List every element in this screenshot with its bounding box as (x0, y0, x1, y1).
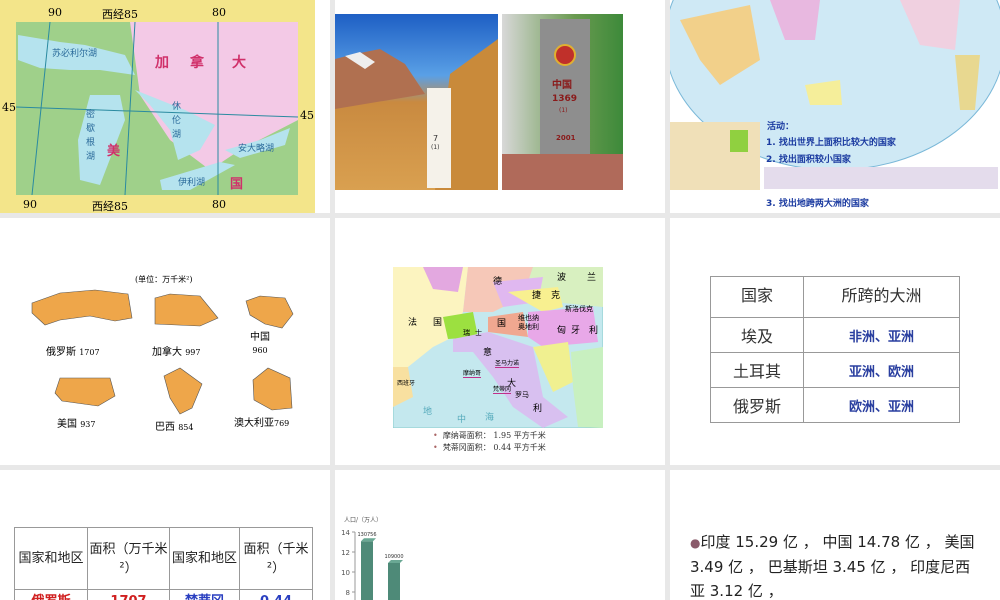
marker-number: 1369 (552, 94, 578, 104)
task-1: 1. 找出世界上面积比较大的国家 (766, 138, 896, 148)
bar (388, 563, 400, 600)
country-china: 中国 960 (250, 332, 270, 355)
slide-thumbnail-4[interactable]: (单位：万千米²) 俄罗斯 1707 加拿大 997 中国 960 美国 937 … (0, 218, 330, 465)
lake-label-huron: 休伦湖 (172, 102, 182, 140)
russia-shape (31, 289, 133, 326)
country-russia: 俄罗斯 1707 (46, 347, 100, 358)
great-lakes-map (0, 0, 315, 213)
activity-title: 活动： (767, 122, 795, 132)
slide-thumbnail-7[interactable]: 国家和地区面积（万千米²）国家和地区面积（千米²） 俄罗斯1707梵蒂冈0.44 (0, 470, 330, 600)
task-3: 3. 找出地跨两大洲的国家 (766, 199, 869, 209)
area-table: 国家和地区面积（万千米²）国家和地区面积（千米²） 俄罗斯1707梵蒂冈0.44 (14, 527, 313, 600)
bullet-icon: • (433, 431, 438, 440)
slide-thumbnail-8[interactable]: 人口/（万人） 14 12 10 8 130756 109000 (335, 470, 665, 600)
bar-top (361, 538, 376, 542)
country-brazil: 巴西 854 (155, 422, 194, 433)
map-label-ch-2: 士 (475, 329, 482, 337)
longitude-label-80-top: 80 (212, 6, 226, 19)
marker-number: 7 (433, 134, 439, 143)
country-label-canada-1: 加 (155, 55, 169, 71)
map-label-austria: 奥地利 (518, 323, 539, 331)
china-border-marker-photo: 中国 1369 (1) 2001 (502, 14, 623, 190)
longitude-label-90-top: 90 (48, 6, 62, 19)
map-label-it-3: 利 (533, 404, 543, 414)
map-label-fr-1: 法 (408, 318, 418, 328)
lake-label-michigan: 密歇根湖 (86, 110, 96, 162)
note-vatican: • 梵蒂冈面积： 0.44 平方千米 (433, 443, 546, 452)
slide-thumbnail-9[interactable]: ●印度 15.29 亿 ， 中国 14.78 亿 ， 美国 3.49 亿 ， 巴… (670, 470, 1000, 600)
map-label-hu-1: 匈 (557, 326, 567, 336)
map-label-hu-2: 牙 (571, 326, 581, 336)
map-label-pl-2: 兰 (587, 273, 597, 283)
map-label-rome: 罗马 (515, 391, 529, 399)
china-shape (245, 295, 294, 329)
bar-value-label: 109000 (384, 554, 403, 560)
map-label-de-1: 德 (493, 277, 503, 287)
country-usa: 美国 937 (57, 419, 96, 430)
national-emblem-icon (554, 44, 576, 66)
australia-shape (252, 367, 293, 411)
marker-sub: (1) (559, 107, 568, 114)
brazil-shape (163, 367, 203, 415)
task-2: 2. 找出面积较小国家 (766, 155, 851, 165)
world-map (670, 0, 1000, 190)
lake-label-erie: 伊利湖 (178, 178, 206, 188)
y-tick-label: 10 (341, 569, 350, 577)
map-label-ch-1: 瑞 (463, 329, 470, 337)
country-australia: 澳大利亚769 (234, 418, 290, 429)
lake-label-superior: 苏必利尔湖 (52, 49, 98, 59)
map-label-cz-2: 克 (551, 291, 561, 301)
country-label-canada-3: 大 (232, 55, 246, 71)
y-tick-label: 8 (346, 589, 350, 597)
map-label-spain: 西班牙 (397, 380, 416, 387)
map-label-hu-3: 利 (589, 326, 599, 336)
canada-shape (154, 293, 219, 327)
marker-year: 2001 (556, 134, 576, 142)
map-label-san-marino: 圣马力诺 (495, 360, 520, 368)
country-label-usa-2: 国 (230, 177, 244, 192)
bar-top (388, 560, 403, 563)
country-label-canada-2: 拿 (190, 55, 204, 71)
map-label-sea-2: 中 (457, 415, 467, 425)
slide-thumbnail-5[interactable]: 德 国 波 兰 法 国 捷 克 斯洛伐克 瑞 士 维也纳 奥地利 匈 牙 利 意… (335, 218, 665, 465)
y-tick-label: 14 (341, 529, 350, 537)
longitude-label-85-bottom: 西经85 (92, 200, 128, 213)
map-label-it-1: 意 (483, 348, 493, 358)
longitude-label-85-top: 西经85 (102, 8, 138, 21)
map-label-cz-1: 捷 (532, 291, 542, 301)
bullet-icon: ● (690, 536, 701, 550)
marker-country: 中国 (552, 80, 572, 91)
slide-thumbnail-3[interactable]: 活动： 1. 找出世界上面积比较大的国家 2. 找出面积较小国家 3. 找出地跨… (670, 0, 1000, 213)
population-bar-chart: 14 12 10 8 130756 109000 (341, 529, 404, 600)
longitude-label-80-bottom: 80 (212, 198, 226, 211)
slide-thumbnail-6[interactable]: 国家 所跨的大洲 埃及 非洲、亚洲 土耳其 亚洲、欧洲 俄罗斯 欧洲、亚洲 (670, 218, 1000, 465)
map-label-sk: 斯洛伐克 (565, 305, 593, 313)
country-canada: 加拿大 997 (152, 347, 201, 358)
country-label-usa-1: 美 (107, 144, 121, 159)
map-label-de-2: 国 (497, 319, 507, 329)
note-monaco: • 摩纳哥面积： 1.95 平方千米 (433, 431, 546, 440)
lake-label-ontario: 安大略湖 (238, 144, 275, 154)
usa-shape (54, 377, 116, 407)
longitude-label-90-bottom: 90 (23, 198, 37, 211)
bar-value-label: 130756 (357, 532, 376, 538)
map-label-fr-2: 国 (433, 318, 443, 328)
y-tick-label: 12 (341, 549, 350, 557)
map-label-sea-3: 海 (485, 413, 495, 423)
slide-thumbnail-1[interactable]: 90 西经85 80 90 西经85 80 45 45 苏必利尔湖 密歇根湖 休… (0, 0, 330, 213)
latitude-label-right: 45 (300, 109, 314, 122)
map-label-sea-1: 地 (423, 407, 433, 417)
population-bullet: ●印度 15.29 亿 ， 中国 14.78 亿 ， 美国 3.49 亿 ， 巴… (690, 533, 975, 600)
map-label-vatican: 梵蒂冈 (493, 386, 512, 394)
slide-thumbnail-2[interactable]: 7 (1) 中国 1369 (1) 2001 (335, 0, 665, 213)
transcontinental-table: 国家 所跨的大洲 埃及 非洲、亚洲 土耳其 亚洲、欧洲 俄罗斯 欧洲、亚洲 (710, 276, 960, 423)
mountain-border-marker-photo: 7 (1) (335, 14, 498, 190)
bar (361, 541, 373, 600)
map-label-monaco: 摩纳哥 (463, 370, 482, 378)
bullet-icon: • (433, 443, 438, 452)
latitude-label-left: 45 (2, 101, 16, 114)
marker-sub: (1) (431, 144, 440, 151)
map-label-pl-1: 波 (557, 273, 567, 283)
